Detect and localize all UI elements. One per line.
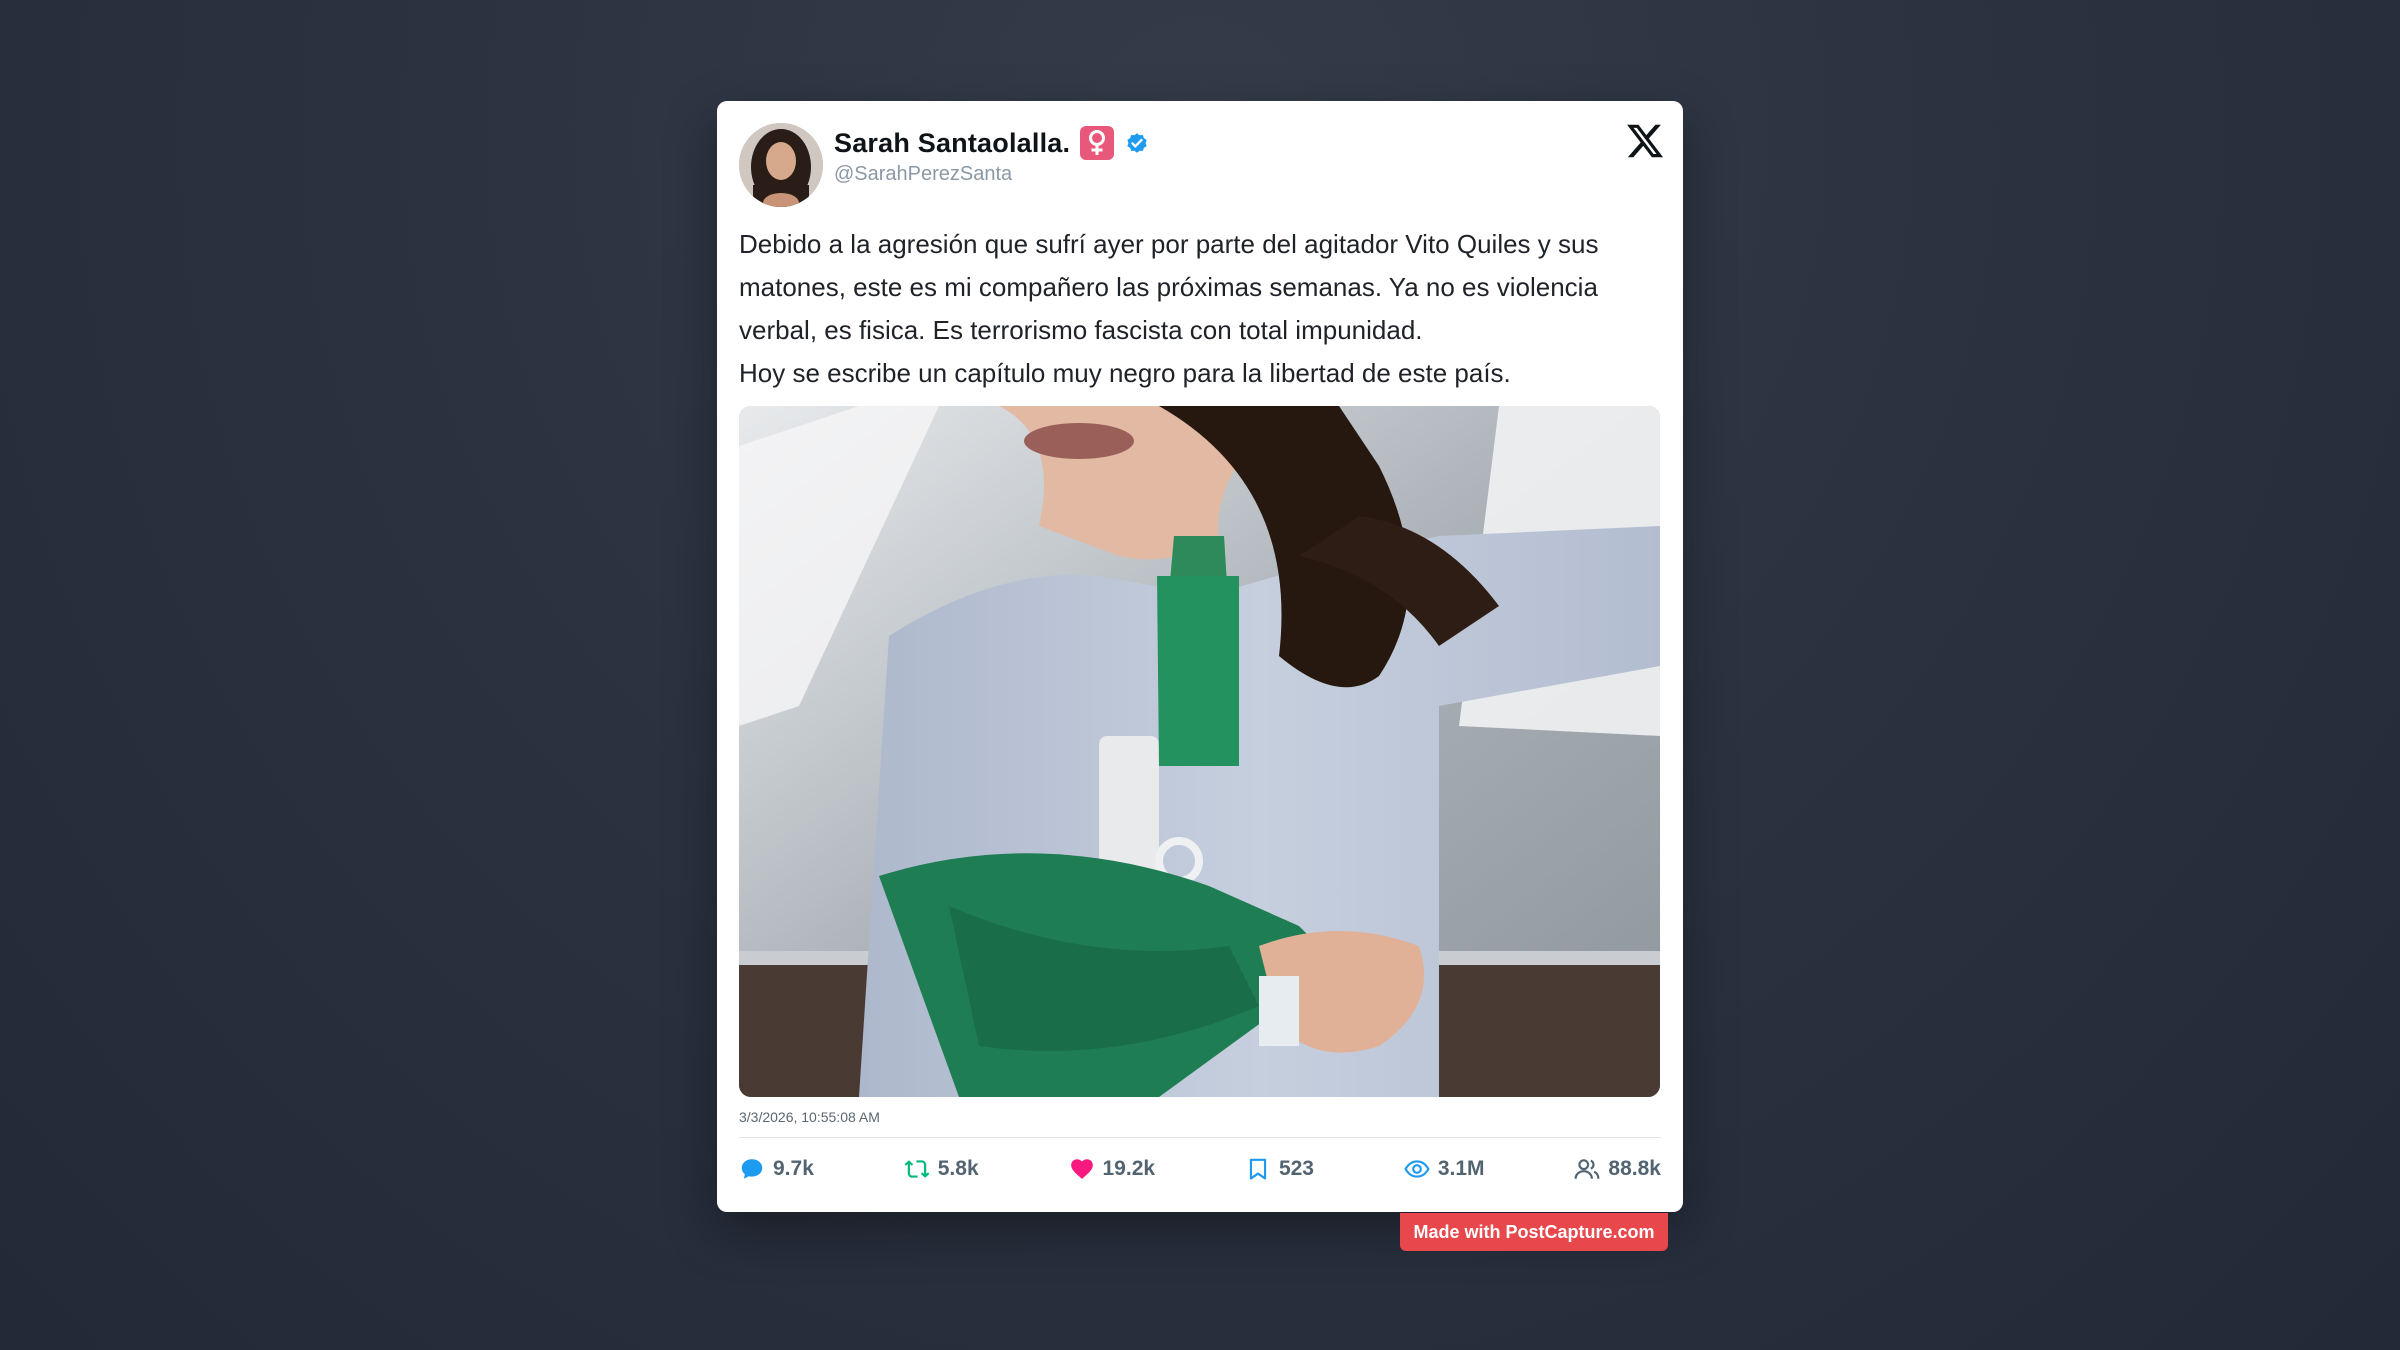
author-handle[interactable]: @SarahPerezSanta [834,163,1012,186]
post-text: Debido a la agresión que sufrí ayer por … [739,223,1659,395]
replies-count: 9.7k [773,1157,814,1180]
author-row: Sarah Santaolalla. [834,123,1150,163]
views-stat[interactable]: 3.1M [1404,1156,1485,1182]
post-text-paragraph: Debido a la agresión que sufrí ayer por … [739,229,1599,345]
x-logo-icon[interactable] [1625,121,1665,161]
bookmark-icon [1249,1158,1267,1180]
views-count: 3.1M [1437,1157,1485,1180]
likes-count: 19.2k [1102,1157,1156,1180]
display-name[interactable]: Sarah Santaolalla. [834,128,1070,159]
repost-icon [904,1160,930,1178]
people-icon [1574,1159,1600,1179]
heart-icon [1070,1159,1093,1179]
likes-stat[interactable]: 19.2k [1069,1156,1156,1182]
reposts-count: 5.8k [937,1157,979,1180]
replies-stat[interactable]: 9.7k [739,1156,814,1182]
followers-count: 88.8k [1608,1157,1661,1180]
followers-stat[interactable]: 88.8k [1574,1156,1661,1182]
bookmarks-count: 523 [1278,1157,1314,1180]
reposts-stat[interactable]: 5.8k [904,1156,979,1182]
post-text-paragraph: Hoy se escribe un capítulo muy negro par… [739,358,1511,388]
bookmarks-stat[interactable]: 523 [1245,1156,1314,1182]
eye-icon [1404,1160,1430,1178]
postcapture-watermark[interactable]: Made with PostCapture.com [1400,1213,1668,1251]
reply-bubble-icon [741,1159,763,1179]
avatar[interactable] [739,123,823,207]
stats-divider [739,1137,1661,1138]
post-card: Sarah Santaolalla. @SarahPerezSanta Debi… [717,101,1683,1212]
engagement-stats: 9.7k 5.8k 19.2k 523 3.1M 88.8k [739,1149,1661,1189]
post-photo[interactable] [739,406,1660,1097]
post-timestamp[interactable]: 3/3/2026, 10:55:08 AM [739,1109,880,1125]
female-sign-emoji-icon [1080,126,1115,160]
verified-badge-icon [1127,133,1147,153]
